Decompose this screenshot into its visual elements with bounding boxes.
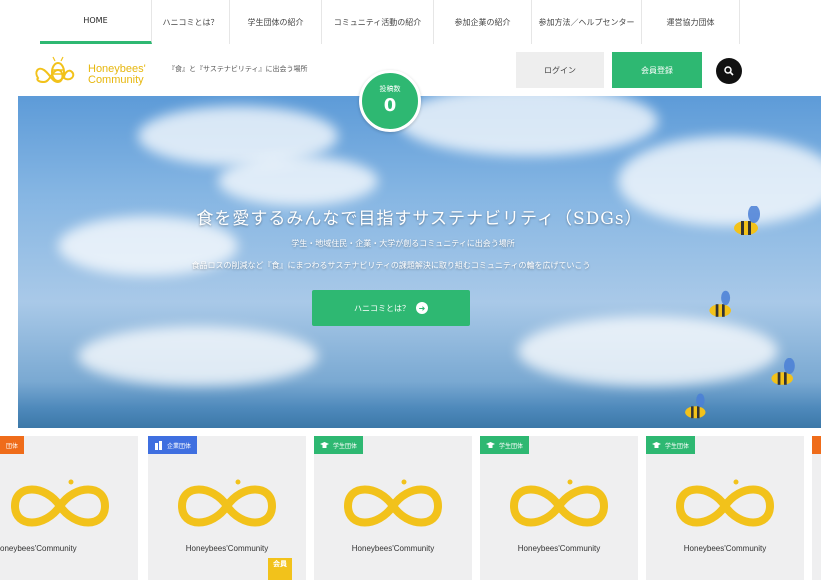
category-badge: 学生団体 [314, 436, 364, 454]
search-icon [724, 66, 734, 76]
hero-description: 食品ロスの削減など『食』にまつわるサステナビリティの課題解決に取り組むコミュニテ… [191, 261, 591, 270]
infinity-logo-icon [343, 479, 443, 527]
community-name: Honeybees'Community [517, 544, 601, 553]
graduation-cap-icon [486, 441, 495, 448]
nav-item-about[interactable]: ハニコミとは？ [152, 0, 230, 44]
post-count-label: 投稿数 [379, 85, 401, 93]
community-card-list: 団体 oneybees'Community 企業団体 Honeybees'Com… [0, 436, 821, 580]
post-count-badge: 投稿数 0 [359, 70, 421, 132]
login-button[interactable]: ログイン [516, 52, 604, 88]
community-card[interactable]: 学生団体 Honeybees'Community [480, 436, 638, 580]
category-badge-label: 団体 [6, 442, 19, 450]
bee-icon [685, 393, 706, 419]
category-badge-label: 学生団体 [665, 442, 690, 450]
register-button[interactable]: 会員登録 [612, 52, 702, 88]
infinity-logo-icon [10, 479, 110, 527]
infinity-logo-icon [177, 479, 277, 527]
category-badge: 学生団体 [646, 436, 696, 454]
category-badge: 企業団体 [148, 436, 198, 454]
nav-item-community-activities[interactable]: コミュニティ活動の紹介 [322, 0, 434, 44]
nav-item-student-groups[interactable]: 学生団体の紹介 [230, 0, 322, 44]
about-honecomi-button[interactable]: ハニコミとは？ ➜ [312, 290, 470, 326]
nav-item-help[interactable]: 参加方法／ヘルプセンター [532, 0, 642, 44]
category-badge-label: 学生団体 [333, 442, 358, 450]
cloud-decoration [218, 156, 378, 206]
bee-logo-icon [35, 56, 75, 84]
post-count-value: 0 [383, 95, 397, 116]
community-name: Honeybees'Community [683, 544, 767, 553]
category-badge: 学生団体 [480, 436, 530, 454]
community-card[interactable]: 企業団体 Honeybees'Community 会員 [148, 436, 306, 580]
search-button[interactable] [716, 58, 742, 84]
community-card[interactable]: 団体 oneybees'Community [0, 436, 138, 580]
category-badge: 団体 [0, 436, 25, 454]
bee-icon [771, 358, 795, 385]
community-card[interactable]: 学生団体 Honeybees'Community [646, 436, 804, 580]
community-card-partial[interactable] [812, 436, 821, 580]
arrow-right-icon: ➜ [416, 302, 428, 314]
bee-icon [709, 290, 731, 317]
category-badge-label: 企業団体 [167, 442, 192, 450]
category-badge [812, 436, 821, 454]
graduation-cap-icon [320, 441, 329, 448]
hero-title: 食を愛するみんなで目指すサステナビリティ（SDGs） [196, 209, 643, 229]
community-name: Honeybees'Community [185, 544, 269, 553]
graduation-cap-icon [652, 441, 661, 448]
about-button-label: ハニコミとは？ [354, 303, 410, 313]
bee-icon [734, 206, 760, 235]
top-nav: HOME ハニコミとは？ 学生団体の紹介 コミュニティ活動の紹介 参加企業の紹介… [0, 0, 821, 44]
logo-text-line2: Community [88, 74, 144, 86]
site-tagline: 『食』と『サステナビリティ』に出会う場所 [168, 65, 308, 73]
hero-banner: 食を愛するみんなで目指すサステナビリティ（SDGs） 学生・地域住民・企業・大学… [18, 96, 821, 428]
cloud-decoration [518, 316, 778, 386]
nav-item-partners[interactable]: 運営協力団体 [642, 0, 740, 44]
member-tag: 会員 [268, 558, 292, 580]
community-name: oneybees'Community [0, 544, 77, 553]
cloud-decoration [398, 96, 658, 156]
building-icon [155, 440, 162, 450]
infinity-logo-icon [675, 479, 775, 527]
community-card[interactable]: 学生団体 Honeybees'Community [314, 436, 472, 580]
infinity-logo-icon [509, 479, 609, 527]
site-logo[interactable]: Honeybees' Community [30, 52, 150, 92]
hero-subtitle: 学生・地域住民・企業・大学が創るコミュニティに出会う場所 [291, 239, 515, 248]
cloud-decoration [78, 326, 318, 386]
nav-item-home[interactable]: HOME [40, 0, 152, 44]
community-name: Honeybees'Community [351, 544, 435, 553]
category-badge-label: 学生団体 [499, 442, 524, 450]
nav-item-companies[interactable]: 参加企業の紹介 [434, 0, 532, 44]
